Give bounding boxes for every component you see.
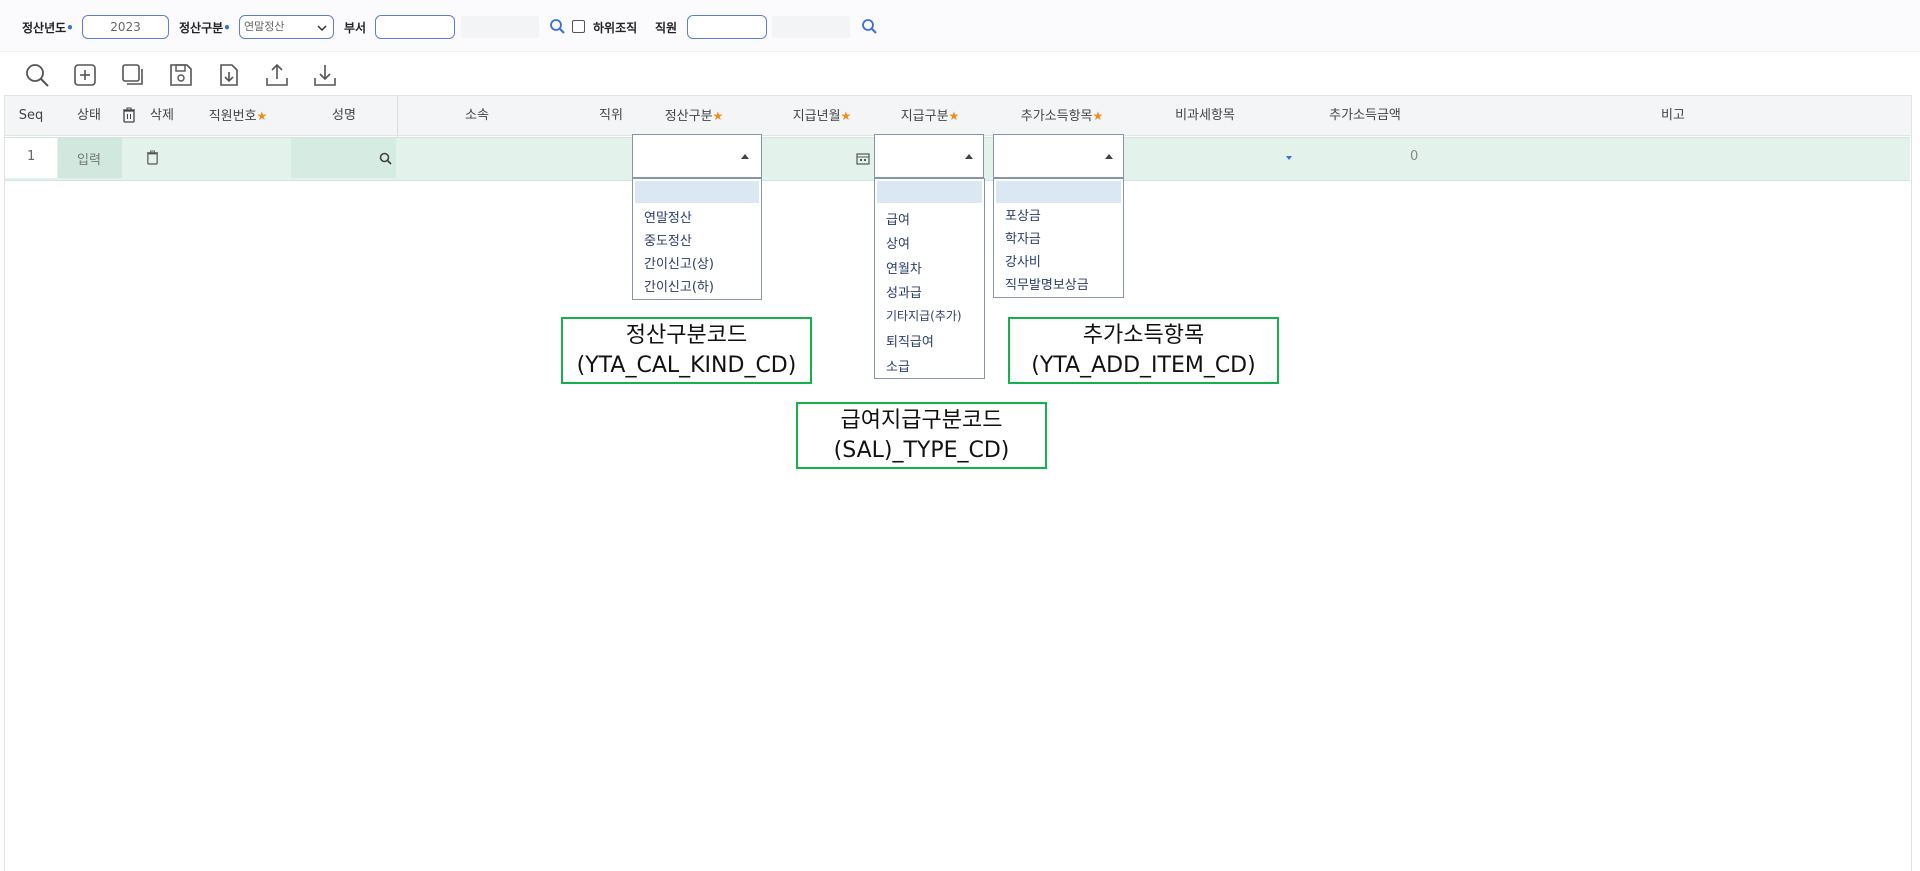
annotation-line: 급여지급구분코드 <box>840 408 1003 433</box>
option-other-pay[interactable]: 기타지급(추가) <box>886 307 962 324</box>
dept-label: 부서 <box>344 21 367 35</box>
col-name[interactable]: 성명 <box>316 96 372 136</box>
chevron-down-icon <box>317 25 327 32</box>
col-add-item[interactable]: 추가소득항목★ <box>1008 96 1116 136</box>
col-seq[interactable]: Seq <box>10 96 52 136</box>
option-simple-second[interactable]: 간이신고(하) <box>644 276 714 295</box>
download-icon[interactable] <box>312 62 338 88</box>
option-lecture-fee[interactable]: 강사비 <box>1005 251 1041 270</box>
sub-org-label: 하위조직 <box>593 21 638 35</box>
calc-kind-code-annotation: 정산구분코드 (YTA_CAL_KIND_CD) <box>561 317 812 384</box>
option-severance[interactable]: 퇴직급여 <box>886 331 934 350</box>
pay-type-dropdown[interactable]: 급여 상여 연월차 성과급 기타지급(추가) 퇴직급여 소급 <box>874 178 985 379</box>
annotation-line: (SAL)_TYPE_CD) <box>833 438 1010 463</box>
search-icon[interactable] <box>24 62 50 88</box>
option-salary[interactable]: 급여 <box>886 209 910 228</box>
dept-code-input[interactable] <box>375 15 455 39</box>
employee-code-input[interactable] <box>687 15 767 39</box>
option-simple-first[interactable]: 간이신고(상) <box>644 253 714 272</box>
row-delete-icon[interactable] <box>146 150 159 165</box>
option-retroactive[interactable]: 소급 <box>886 356 910 375</box>
sub-org-checkbox[interactable] <box>572 20 585 33</box>
copy-icon[interactable] <box>120 62 146 88</box>
annotation-line: 추가소득항목 <box>1082 323 1205 348</box>
col-position[interactable]: 직위 <box>585 96 637 136</box>
option-tuition[interactable]: 학자금 <box>1005 228 1041 247</box>
option-invention-reward[interactable]: 직무발명보상금 <box>1005 274 1089 293</box>
col-add-amount[interactable]: 추가소득금액 <box>1320 96 1410 136</box>
dropdown-empty-option[interactable] <box>877 181 982 203</box>
employee-name-field <box>772 16 850 38</box>
add-item-code-annotation: 추가소득항목 (YTA_ADD_ITEM_CD) <box>1008 317 1279 384</box>
calc-kind-select[interactable]: 연말정산 <box>239 15 334 39</box>
col-status[interactable]: 상태 <box>68 96 110 136</box>
dept-name-field <box>461 16 539 38</box>
col-remark[interactable]: 비고 <box>1648 96 1698 136</box>
dropdown-empty-option[interactable] <box>635 181 759 203</box>
col-nontax-item[interactable]: 비과세항목 <box>1164 96 1246 136</box>
calc-kind-cell-select[interactable] <box>632 134 762 178</box>
add-item-cell-select[interactable] <box>993 134 1124 178</box>
employee-label: 직원 <box>655 21 678 35</box>
annotation-line: 정산구분코드 <box>625 323 748 348</box>
col-calc-kind[interactable]: 정산구분★ <box>652 96 736 136</box>
pay-type-code-annotation: 급여지급구분코드 (SAL)_TYPE_CD) <box>796 402 1047 469</box>
row-status: 입력 <box>77 153 101 168</box>
col-emp-no[interactable]: 직원번호★ <box>198 96 278 136</box>
caret-up-icon <box>965 154 973 159</box>
option-midterm[interactable]: 중도정산 <box>644 230 692 249</box>
dept-search-icon[interactable] <box>549 18 566 35</box>
calendar-icon[interactable] <box>856 152 870 165</box>
option-reward[interactable]: 포상금 <box>1005 205 1041 224</box>
save-icon[interactable] <box>168 62 194 88</box>
dropdown-empty-option[interactable] <box>996 181 1121 203</box>
add-item-dropdown[interactable]: 포상금 학자금 강사비 직무발명보상금 <box>993 178 1124 298</box>
upload-icon[interactable] <box>264 62 290 88</box>
option-annual-leave[interactable]: 연월차 <box>886 258 922 277</box>
nontax-dropdown-arrow[interactable] <box>1286 156 1292 160</box>
calc-kind-label: 정산구분• <box>179 21 231 35</box>
year-input[interactable]: 2023 <box>82 15 169 39</box>
trash-icon[interactable] <box>122 107 136 123</box>
caret-up-icon <box>741 154 749 159</box>
option-performance[interactable]: 성과급 <box>886 282 922 301</box>
row-add-amount: 0 <box>1410 149 1419 164</box>
annotation-line: (YTA_ADD_ITEM_CD) <box>1031 353 1256 378</box>
col-pay-type[interactable]: 지급구분★ <box>890 96 970 136</box>
row-seq: 1 <box>27 149 36 164</box>
col-affiliation[interactable]: 소속 <box>450 96 504 136</box>
pay-type-cell-select[interactable] <box>874 134 984 178</box>
year-label: 정산년도• <box>22 21 74 35</box>
option-bonus[interactable]: 상여 <box>886 233 910 252</box>
employee-search-icon[interactable] <box>861 18 878 35</box>
add-icon[interactable] <box>72 62 98 88</box>
option-year-end[interactable]: 연말정산 <box>644 207 692 226</box>
file-export-icon[interactable] <box>216 62 242 88</box>
caret-up-icon <box>1105 154 1113 159</box>
annotation-line: (YTA_CAL_KIND_CD) <box>576 353 797 378</box>
name-search-icon[interactable] <box>379 152 392 165</box>
col-pay-month[interactable]: 지급년월★ <box>784 96 860 136</box>
calc-kind-dropdown[interactable]: 연말정산 중도정산 간이신고(상) 간이신고(하) <box>632 178 762 300</box>
col-delete[interactable]: 삭제 <box>142 96 182 136</box>
